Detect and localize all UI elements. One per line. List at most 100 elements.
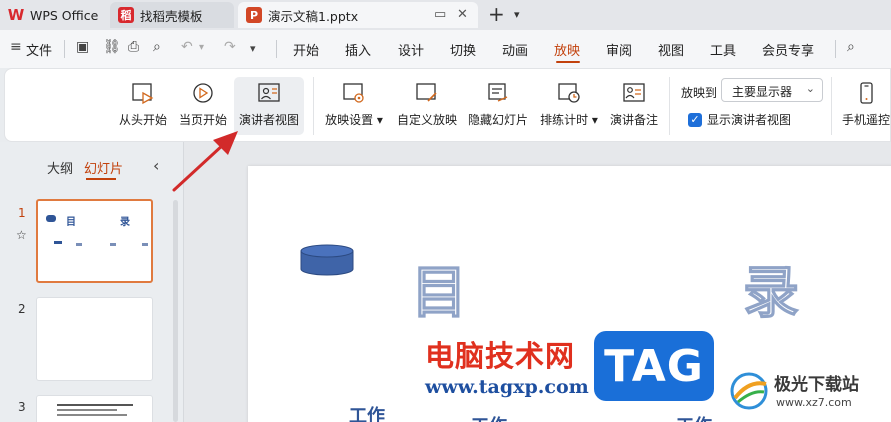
save-icon[interactable]: ▣ bbox=[76, 39, 89, 55]
hide-slide-button[interactable]: 隐藏幻灯片 bbox=[465, 77, 531, 135]
title-bar: W WPS Office 稻 找稻壳模板 P 演示文稿1.pptx ▭ ✕ + … bbox=[0, 0, 891, 30]
tab-label: 演示文稿1.pptx bbox=[268, 8, 359, 24]
slide-number: 3 bbox=[18, 400, 26, 414]
show-settings-button[interactable]: 放映设置 ▾ bbox=[322, 77, 386, 135]
star-icon[interactable]: ☆ bbox=[16, 228, 27, 242]
slide-thumbnail-3[interactable] bbox=[36, 395, 153, 422]
divider bbox=[276, 40, 277, 58]
tab-slides[interactable]: 幻灯片 bbox=[84, 158, 123, 177]
undo-icon[interactable]: ↶ bbox=[181, 39, 193, 55]
active-menu-underline bbox=[556, 61, 580, 63]
ribbon-divider bbox=[669, 77, 670, 135]
rehearse-timing-button[interactable]: 排练计时 ▾ bbox=[536, 77, 602, 135]
slide-agenda-item[interactable]: 工作 bbox=[471, 412, 507, 422]
slide-number: 1 bbox=[18, 206, 26, 220]
thumb-shape bbox=[46, 215, 56, 222]
rehearse-timer-icon bbox=[558, 83, 580, 103]
undo-dropdown-icon[interactable]: ▾ bbox=[199, 42, 204, 53]
link-icon[interactable]: ⛓ bbox=[103, 39, 121, 55]
show-on-monitor-select[interactable]: 主要显示器 ⌄ bbox=[721, 78, 823, 102]
menu-review[interactable]: 审阅 bbox=[606, 40, 632, 59]
custom-show-button[interactable]: 自定义放映 bbox=[394, 77, 460, 135]
thumb-text-line bbox=[57, 414, 127, 416]
slide-number: 2 bbox=[18, 302, 26, 316]
slide-title-right[interactable]: 录 bbox=[742, 248, 799, 329]
docer-logo-icon: 稻 bbox=[118, 7, 134, 23]
menu-tools[interactable]: 工具 bbox=[710, 40, 736, 59]
wps-logo-icon: W bbox=[7, 6, 25, 24]
thumb-text-line bbox=[57, 409, 117, 411]
menu-insert[interactable]: 插入 bbox=[345, 40, 371, 59]
menu-animations[interactable]: 动画 bbox=[502, 40, 528, 59]
tab-outline[interactable]: 大纲 bbox=[47, 158, 73, 177]
watermark-tag-badge: TAG bbox=[594, 331, 714, 401]
from-current-button[interactable]: 当页开始 bbox=[175, 77, 231, 135]
slide-thumbnail-2[interactable] bbox=[36, 297, 153, 381]
menu-file[interactable]: 文件 bbox=[26, 40, 52, 59]
menu-bar: ≡ 文件 ▣ ⛓ ⎙ ⌕ ↶ ▾ ↷ ▾ 开始 插入 设计 切换 动画 放映 审… bbox=[0, 30, 891, 68]
ribbon-divider bbox=[313, 77, 314, 135]
redo-icon[interactable]: ↷ bbox=[224, 39, 236, 55]
close-tab-icon[interactable]: ✕ bbox=[457, 7, 468, 22]
slideshow-settings-icon bbox=[343, 83, 364, 103]
watermark-site-url: www.tagxp.com bbox=[425, 376, 589, 398]
slide-title-left[interactable]: 目 bbox=[410, 248, 467, 329]
play-from-start-icon bbox=[132, 83, 154, 105]
hamburger-menu-icon[interactable]: ≡ bbox=[10, 39, 22, 55]
search-icon[interactable]: ⌕ bbox=[847, 39, 855, 55]
thumb-title-right: 录 bbox=[120, 217, 130, 228]
chevron-down-icon[interactable]: ▾ bbox=[514, 8, 520, 21]
divider bbox=[835, 40, 836, 58]
presenter-view-button[interactable]: 演讲者视图 bbox=[234, 77, 304, 135]
menu-membership[interactable]: 会员专享 bbox=[762, 40, 814, 59]
thumb-item bbox=[54, 241, 62, 244]
divider bbox=[64, 40, 65, 58]
ribbon-toolbar: 从头开始 当页开始 演讲者视图 放映设置 ▾ 自定义放映 隐藏幻灯片 排练计时 … bbox=[4, 68, 891, 142]
new-tab-icon[interactable]: + bbox=[488, 2, 505, 26]
panel-scrollbar[interactable] bbox=[173, 200, 178, 422]
thumb-item bbox=[142, 243, 148, 246]
phone-remote-button[interactable]: 手机遥控 bbox=[839, 77, 891, 135]
jiguang-logo-icon bbox=[730, 372, 768, 410]
slide-agenda-item[interactable]: 工作 bbox=[676, 412, 712, 422]
menu-design[interactable]: 设计 bbox=[398, 40, 424, 59]
watermark-jiguang-name: 极光下载站 bbox=[774, 375, 859, 395]
watermark-site-name: 电脑技术网 bbox=[425, 339, 576, 373]
window-icon[interactable]: ▭ bbox=[434, 7, 446, 22]
speaker-notes-icon bbox=[623, 83, 645, 102]
thumb-text-line bbox=[57, 404, 133, 406]
ribbon-divider bbox=[831, 77, 832, 135]
phone-icon bbox=[860, 82, 873, 104]
menu-view[interactable]: 视图 bbox=[658, 40, 684, 59]
ppt-logo-icon: P bbox=[246, 7, 262, 23]
speaker-notes-button[interactable]: 演讲备注 bbox=[606, 77, 662, 135]
slide-thumbnail-1[interactable]: 目 录 bbox=[36, 199, 153, 283]
play-circle-icon bbox=[193, 83, 213, 103]
menu-home[interactable]: 开始 bbox=[293, 40, 319, 59]
tab-docer-templates[interactable]: 稻 找稻壳模板 bbox=[110, 2, 234, 28]
slide-agenda-item[interactable]: 工作 bbox=[349, 402, 385, 422]
show-presenter-view-checkbox[interactable]: ✓ 显示演讲者视图 bbox=[688, 111, 791, 128]
tab-label: WPS Office bbox=[30, 7, 99, 23]
print-preview-icon[interactable]: ⌕ bbox=[153, 39, 161, 55]
thumb-item bbox=[110, 243, 116, 246]
more-dropdown-icon[interactable]: ▾ bbox=[250, 42, 256, 55]
collapse-panel-icon[interactable]: ‹ bbox=[153, 156, 159, 175]
tab-wps-office[interactable]: W WPS Office bbox=[0, 2, 102, 28]
cylinder-shape[interactable] bbox=[300, 244, 354, 276]
tab-label: 找稻壳模板 bbox=[140, 8, 203, 24]
menu-transitions[interactable]: 切换 bbox=[450, 40, 476, 59]
thumb-title-left: 目 bbox=[66, 217, 76, 228]
active-tab-underline bbox=[86, 178, 116, 180]
from-start-button[interactable]: 从头开始 bbox=[115, 77, 171, 135]
tab-presentation-file[interactable]: P 演示文稿1.pptx ▭ ✕ bbox=[238, 2, 478, 28]
presenter-view-icon bbox=[258, 83, 280, 102]
hide-slide-icon bbox=[488, 83, 508, 102]
thumb-item bbox=[76, 243, 82, 246]
watermark-jiguang-url: www.xz7.com bbox=[776, 396, 852, 409]
print-icon[interactable]: ⎙ bbox=[128, 39, 139, 55]
chevron-down-icon: ⌄ bbox=[805, 82, 815, 95]
checkmark-icon: ✓ bbox=[688, 112, 702, 127]
menu-slideshow[interactable]: 放映 bbox=[554, 40, 580, 59]
slide-thumbnail-panel: 大纲 幻灯片 ‹ 1 ☆ 目 录 2 3 bbox=[0, 142, 183, 422]
